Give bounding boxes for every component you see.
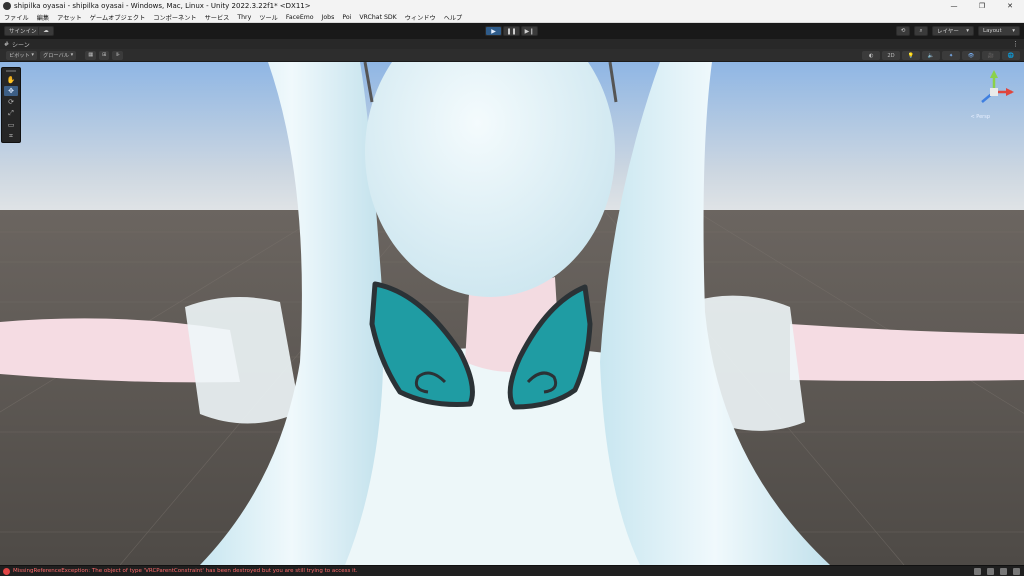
scene-toolbar-right: ◐ 2D 💡 🔈 ✦ 👁 🎥 🌐: [862, 51, 1020, 60]
scene-render: [0, 62, 1024, 565]
mode-2d-button[interactable]: 2D: [882, 51, 900, 60]
menu-component[interactable]: コンポーネント: [153, 13, 196, 22]
close-button[interactable]: ✕: [996, 0, 1024, 12]
scene-viewport[interactable]: [0, 62, 1024, 565]
history-icon[interactable]: ⟲: [896, 26, 910, 36]
main-toolbar: サインイン ☁ ▶ ❚❚ ▶❙ ⟲ ⌕ レイヤー ▾ Layout ▾: [0, 23, 1024, 39]
menu-bar: ファイル 編集 アセット ゲームオブジェクト コンポーネント サービス Thry…: [0, 12, 1024, 23]
gizmo-center-cube: [990, 88, 998, 96]
unity-logo-icon: [3, 2, 11, 10]
global-dropdown[interactable]: グローバル ▾: [40, 50, 77, 60]
layers-dropdown[interactable]: レイヤー ▾: [932, 26, 974, 36]
error-icon: [3, 567, 10, 575]
transform-tool-icon[interactable]: ⌗: [4, 132, 18, 141]
menu-file[interactable]: ファイル: [4, 13, 29, 22]
progress-icon[interactable]: [974, 568, 981, 575]
gizmos-button[interactable]: 🌐: [1002, 51, 1020, 60]
play-controls: ▶ ❚❚ ▶❙: [485, 26, 538, 36]
pause-button[interactable]: ❚❚: [503, 26, 520, 36]
console-error-message[interactable]: MissingReferenceException: The object of…: [13, 568, 358, 574]
kebab-menu-icon[interactable]: ⋮: [1012, 40, 1019, 48]
cloud-icon[interactable]: ☁: [38, 26, 54, 36]
tool-palette: ✋ ✥ ⟳ ⤢ ▭ ⌗: [1, 67, 21, 143]
hand-tool-icon[interactable]: ✋: [4, 75, 18, 84]
menu-jobs[interactable]: Jobs: [322, 14, 335, 21]
signin-button[interactable]: サインイン: [4, 26, 42, 36]
tab-scene[interactable]: シーン: [12, 40, 30, 49]
menu-gameobject[interactable]: ゲームオブジェクト: [90, 13, 146, 22]
pivot-label: ピボット: [9, 52, 30, 59]
effects-toggle[interactable]: ✦: [942, 51, 960, 60]
menu-assets[interactable]: アセット: [57, 13, 82, 22]
menu-faceemo[interactable]: FaceEmo: [286, 14, 314, 21]
minimize-button[interactable]: —: [940, 0, 968, 12]
audio-toggle[interactable]: 🔈: [922, 51, 940, 60]
chevron-down-icon: ▾: [1012, 28, 1015, 34]
menu-vrchat-sdk[interactable]: VRChat SDK: [359, 14, 396, 21]
menu-services[interactable]: サービス: [205, 13, 230, 22]
grid-toggle[interactable]: ▦: [85, 50, 97, 60]
scene-hash-icon: #: [4, 40, 10, 48]
play-button[interactable]: ▶: [485, 26, 502, 36]
layers-label: レイヤー: [937, 29, 959, 35]
rect-tool-icon[interactable]: ▭: [4, 120, 18, 129]
maximize-button[interactable]: ❐: [968, 0, 996, 12]
step-button[interactable]: ▶❙: [521, 26, 538, 36]
network-icon[interactable]: [1000, 568, 1007, 575]
status-icons: [974, 568, 1020, 575]
scene-tab-bar: # シーン ⋮: [0, 39, 1024, 49]
window-title: shipilka oyasai - shipilka oyasai - Wind…: [14, 2, 311, 10]
menu-edit[interactable]: 編集: [37, 13, 49, 22]
persp-label[interactable]: < Persp: [970, 114, 990, 120]
layout-label: Layout: [983, 28, 1002, 34]
title-bar: shipilka oyasai - shipilka oyasai - Wind…: [0, 0, 1024, 12]
console-status-bar[interactable]: MissingReferenceException: The object of…: [0, 565, 1024, 576]
scene-toolbar: ピボット ▾ グローバル ▾ ▦ ⊞ ⊪ ◐ 2D 💡 🔈 ✦ 👁 🎥 🌐: [0, 49, 1024, 62]
pivot-dropdown[interactable]: ピボット ▾: [6, 50, 38, 60]
scene-visibility-toggle[interactable]: 👁: [962, 51, 980, 60]
camera-settings-button[interactable]: 🎥: [982, 51, 1000, 60]
menu-help[interactable]: ヘルプ: [444, 13, 463, 22]
snap-toggle[interactable]: ⊞: [99, 50, 110, 60]
menu-tools[interactable]: ツール: [259, 13, 278, 22]
shading-mode-button[interactable]: ◐: [862, 51, 880, 60]
rotate-tool-icon[interactable]: ⟳: [4, 98, 18, 107]
global-label: グローバル: [43, 52, 69, 59]
debug-icon[interactable]: [1013, 568, 1020, 575]
palette-grip[interactable]: [6, 70, 16, 72]
search-icon[interactable]: ⌕: [914, 26, 928, 36]
cache-icon[interactable]: [987, 568, 994, 575]
menu-poi[interactable]: Poi: [342, 14, 351, 21]
increment-snap[interactable]: ⊪: [112, 50, 123, 60]
layout-dropdown[interactable]: Layout ▾: [978, 26, 1020, 36]
move-tool-icon[interactable]: ✥: [4, 86, 18, 96]
scale-tool-icon[interactable]: ⤢: [4, 109, 18, 118]
toolbar-right: ⟲ ⌕ レイヤー ▾ Layout ▾: [896, 26, 1020, 36]
lighting-toggle[interactable]: 💡: [902, 51, 920, 60]
menu-thry[interactable]: Thry: [237, 14, 251, 21]
chevron-down-icon: ▾: [966, 28, 969, 34]
menu-window[interactable]: ウィンドウ: [405, 13, 436, 22]
